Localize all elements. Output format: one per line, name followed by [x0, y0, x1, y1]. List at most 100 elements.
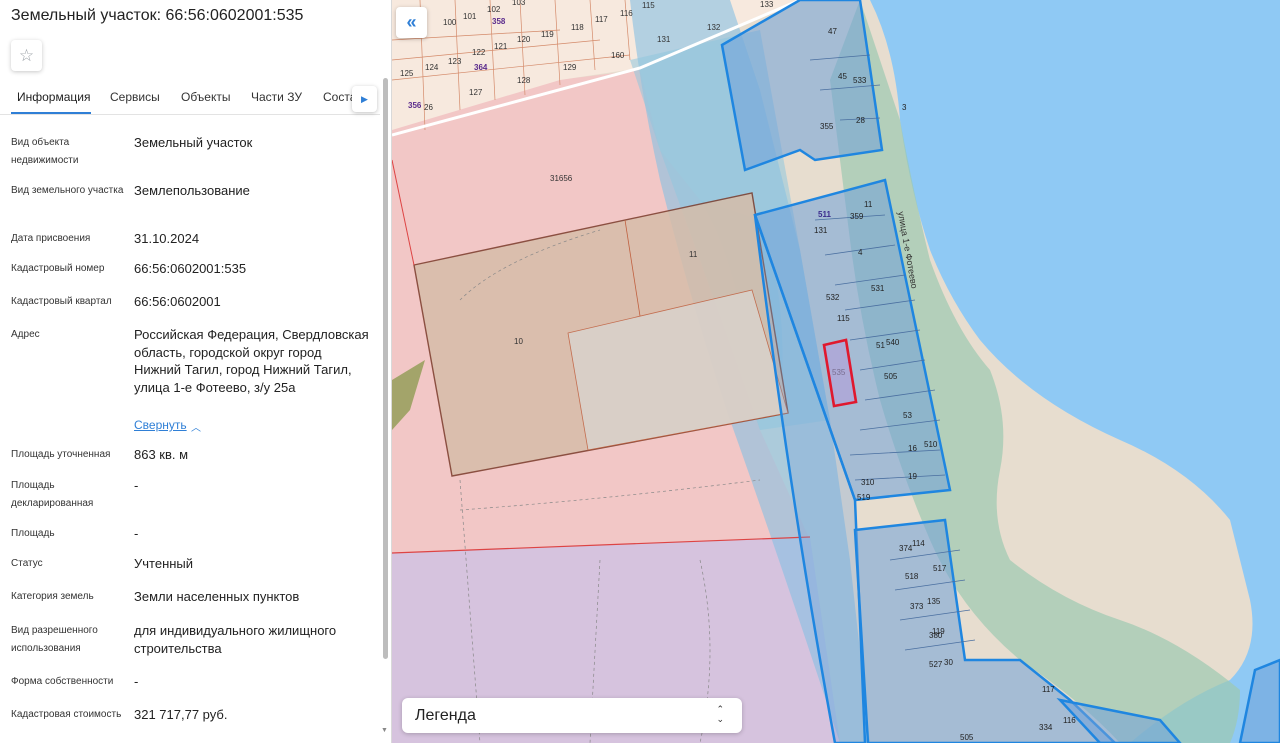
- svg-text:4: 4: [858, 248, 863, 257]
- svg-text:51: 51: [876, 341, 885, 350]
- svg-text:117: 117: [595, 15, 608, 24]
- field-label: Кадастровый квартал: [11, 296, 112, 307]
- field-value: -: [134, 674, 139, 689]
- svg-text:119: 119: [541, 30, 554, 39]
- svg-text:131: 131: [657, 35, 671, 44]
- svg-text:160: 160: [611, 51, 625, 60]
- svg-text:102: 102: [487, 5, 501, 14]
- svg-text:116: 116: [620, 9, 633, 18]
- svg-text:518: 518: [905, 572, 919, 581]
- svg-text:123: 123: [448, 57, 462, 66]
- svg-text:124: 124: [425, 63, 439, 72]
- field-value: 66:56:0602001:535: [134, 261, 247, 276]
- svg-text:519: 519: [857, 493, 871, 502]
- field-label: Адрес: [11, 329, 40, 340]
- svg-text:132: 132: [707, 23, 721, 32]
- favorite-button[interactable]: ☆: [11, 40, 42, 71]
- field-value: Землепользование: [134, 183, 250, 198]
- svg-text:45: 45: [838, 72, 847, 81]
- svg-text:356: 356: [408, 101, 422, 110]
- map-canvas[interactable]: 100101102103 120119118117116115 12512412…: [392, 0, 1280, 743]
- svg-text:11: 11: [864, 200, 873, 209]
- field-label: Вид земельного участка: [11, 185, 124, 196]
- field-label: Вид разрешенного использования: [11, 625, 98, 654]
- svg-text:118: 118: [571, 23, 584, 32]
- svg-text:16: 16: [908, 444, 917, 453]
- svg-text:358: 358: [492, 17, 506, 26]
- tab-objects[interactable]: Объекты: [181, 90, 231, 104]
- svg-text:101: 101: [463, 12, 477, 21]
- field-label: Кадастровая стоимость: [11, 709, 122, 720]
- star-icon: ☆: [18, 45, 35, 65]
- svg-text:117: 117: [1042, 685, 1055, 694]
- field-label: Площадь декларированная: [11, 480, 94, 509]
- svg-text:310: 310: [861, 478, 875, 487]
- svg-text:28: 28: [856, 116, 865, 125]
- tab-composition[interactable]: Состав: [323, 90, 355, 104]
- updown-chevron-icon: ⌃ ⌄: [716, 704, 724, 724]
- page-title: Земельный участок: 66:56:0602001:535: [11, 7, 304, 24]
- svg-text:3: 3: [902, 103, 907, 112]
- svg-text:53: 53: [903, 411, 912, 420]
- svg-text:122: 122: [472, 48, 486, 57]
- info-panel: Земельный участок: 66:56:0602001:535 ☆ И…: [0, 0, 392, 743]
- field-label: Статус: [11, 558, 43, 569]
- svg-text:533: 533: [853, 76, 867, 85]
- svg-text:128: 128: [517, 76, 531, 85]
- svg-text:127: 127: [469, 88, 483, 97]
- svg-text:100: 100: [443, 18, 457, 27]
- tab-parts[interactable]: Части ЗУ: [251, 90, 302, 104]
- chevron-up-icon[interactable]: ︿: [191, 419, 201, 434]
- tab-bar: Информация Сервисы Объекты Части ЗУ Сост…: [0, 82, 380, 115]
- svg-text:374: 374: [899, 544, 913, 553]
- tab-services[interactable]: Сервисы: [110, 90, 160, 104]
- field-value: -: [134, 526, 139, 541]
- svg-text:31656: 31656: [550, 174, 573, 183]
- svg-text:115: 115: [642, 1, 655, 10]
- svg-text:26: 26: [424, 103, 433, 112]
- svg-text:355: 355: [820, 122, 834, 131]
- field-label: Площадь уточненная: [11, 449, 111, 460]
- svg-text:135: 135: [927, 597, 941, 606]
- chevron-right-icon: ▶: [361, 93, 368, 104]
- svg-text:133: 133: [760, 0, 774, 9]
- collapse-link[interactable]: Свернуть: [134, 418, 187, 432]
- scroll-down-icon[interactable]: ▼: [381, 727, 388, 734]
- field-label: Дата присвоения: [11, 233, 91, 244]
- svg-text:19: 19: [908, 472, 917, 481]
- legend-dropdown[interactable]: Легенда ⌃ ⌄: [402, 698, 742, 733]
- field-value: 863 кв. м: [134, 447, 189, 462]
- active-tab-indicator: [11, 112, 91, 114]
- cadastral-map[interactable]: 100 101 102 103 120 119 118 117 116 115 125 124 12…: [392, 0, 1280, 743]
- collapse-panel-button[interactable]: «: [396, 7, 427, 38]
- field-value: Земельный участок: [134, 135, 253, 150]
- tab-info[interactable]: Информация: [17, 90, 90, 104]
- field-label: Категория земель: [11, 591, 94, 602]
- svg-text:531: 531: [871, 284, 885, 293]
- svg-text:532: 532: [826, 293, 840, 302]
- scrollbar-thumb[interactable]: [383, 78, 388, 659]
- tabs-scroll-right-button[interactable]: ▶: [352, 86, 377, 112]
- svg-text:125: 125: [400, 69, 414, 78]
- svg-text:10: 10: [514, 337, 523, 346]
- svg-text:380: 380: [929, 631, 943, 640]
- svg-text:364: 364: [474, 63, 488, 72]
- field-label: Форма собственности: [11, 676, 114, 687]
- double-chevron-left-icon: «: [406, 12, 417, 32]
- svg-text:114: 114: [912, 539, 925, 548]
- svg-text:120: 120: [517, 35, 531, 44]
- svg-text:540: 540: [886, 338, 900, 347]
- svg-text:334: 334: [1039, 723, 1053, 732]
- field-label: Кадастровый номер: [11, 263, 105, 274]
- svg-text:505: 505: [884, 372, 898, 381]
- svg-text:510: 510: [924, 440, 938, 449]
- svg-text:511: 511: [818, 210, 831, 219]
- svg-text:11: 11: [689, 250, 698, 259]
- svg-text:30: 30: [944, 658, 953, 667]
- field-value: -: [134, 478, 139, 493]
- svg-text:505: 505: [960, 733, 974, 742]
- app-root: Земельный участок: 66:56:0602001:535 ☆ И…: [0, 0, 1280, 743]
- svg-text:116: 116: [1063, 716, 1076, 725]
- field-label: Площадь: [11, 528, 55, 539]
- field-value: 321 717,77 руб.: [134, 707, 228, 722]
